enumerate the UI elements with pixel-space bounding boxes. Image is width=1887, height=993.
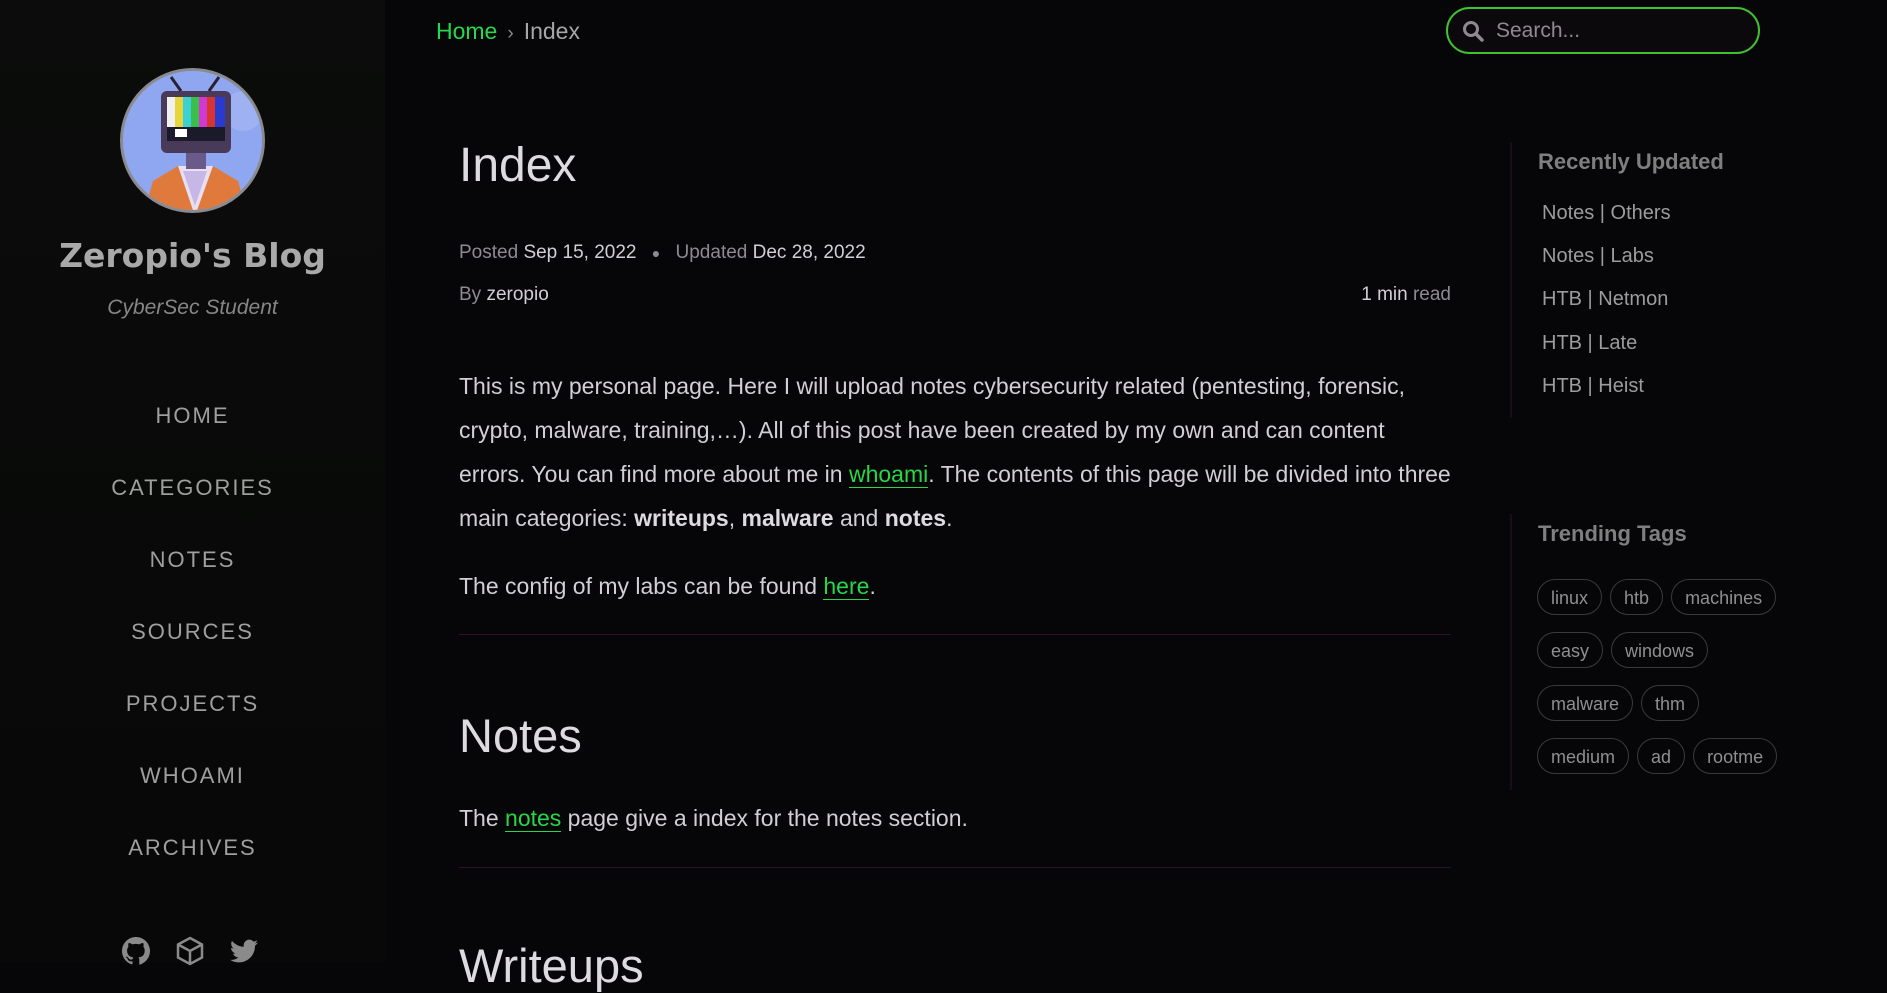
nav-item-archives[interactable]: ARCHIVES xyxy=(0,824,385,896)
search-input[interactable] xyxy=(1494,17,1738,44)
section-divider xyxy=(459,867,1451,868)
intro-paragraph: This is my personal page. Here I will up… xyxy=(459,364,1451,540)
breadcrumb-separator: › xyxy=(507,23,514,44)
nav-item-sources[interactable]: SOURCES xyxy=(0,608,385,680)
site-title[interactable]: Zeropio's Blog xyxy=(0,236,385,275)
nav-item-home[interactable]: HOME xyxy=(0,392,385,464)
category-notes: notes xyxy=(884,505,947,531)
author-name: zeropio xyxy=(486,284,549,305)
breadcrumb-home-link[interactable]: Home xyxy=(436,18,497,44)
nav-item-notes[interactable]: NOTES xyxy=(0,536,385,608)
read-time-label: read xyxy=(1412,284,1451,305)
trending-tags-heading: Trending Tags xyxy=(1538,521,1687,546)
sidebar-nav: HOME CATEGORIES NOTES SOURCES PROJECTS W… xyxy=(0,392,385,896)
and-text: and xyxy=(833,505,885,531)
notes-text: The xyxy=(459,805,506,831)
sidebar: Zeropio's Blog CyberSec Student HOME CAT… xyxy=(0,0,385,966)
twitter-icon[interactable] xyxy=(228,935,260,967)
page-title: Index xyxy=(459,139,577,192)
tag-malware[interactable]: malware xyxy=(1537,685,1634,721)
tag-medium[interactable]: medium xyxy=(1537,738,1630,774)
hackthebox-icon[interactable] xyxy=(174,935,206,967)
tag-easy[interactable]: easy xyxy=(1537,632,1604,668)
tag-htb[interactable]: htb xyxy=(1610,579,1664,615)
by-label: By xyxy=(459,284,482,305)
category-writeups: writeups xyxy=(634,505,729,531)
notes-paragraph: The notes page give a index for the note… xyxy=(459,796,1451,840)
social-links xyxy=(120,935,260,967)
panel-divider xyxy=(1510,514,1512,790)
read-time: 1 min read xyxy=(1361,284,1451,306)
notes-text-2: page give a index for the notes section. xyxy=(561,805,968,831)
avatar[interactable] xyxy=(120,68,265,213)
labs-here-link[interactable]: here xyxy=(823,573,870,600)
github-icon[interactable] xyxy=(120,935,152,967)
post-dates: Posted Sep 15, 2022 ● Updated Dec 28, 20… xyxy=(459,242,866,264)
tag-rootme[interactable]: rootme xyxy=(1693,738,1778,774)
recently-updated-heading: Recently Updated xyxy=(1538,149,1724,174)
post-author: By zeropio xyxy=(459,284,549,306)
writeups-heading: Writeups xyxy=(459,939,644,992)
recent-item[interactable]: HTB | Heist xyxy=(1542,375,1644,398)
nav-item-whoami[interactable]: WHOAMI xyxy=(0,752,385,824)
search-icon xyxy=(1463,20,1484,42)
nav-item-projects[interactable]: PROJECTS xyxy=(0,680,385,752)
updated-date: Dec 28, 2022 xyxy=(752,242,866,263)
recent-item[interactable]: HTB | Late xyxy=(1542,332,1637,355)
panel-divider xyxy=(1510,142,1512,418)
labs-text: The config of my labs can be found xyxy=(459,573,824,599)
tag-ad[interactable]: ad xyxy=(1637,738,1686,774)
recent-item[interactable]: HTB | Netmon xyxy=(1542,288,1668,311)
whoami-link[interactable]: whoami xyxy=(848,461,929,488)
avatar-image xyxy=(123,71,262,210)
tag-linux[interactable]: linux xyxy=(1537,579,1603,615)
site-subtitle: CyberSec Student xyxy=(107,296,278,319)
labs-paragraph: The config of my labs can be found here. xyxy=(459,564,1451,608)
updated-label: Updated xyxy=(675,242,748,263)
period: . xyxy=(946,505,953,531)
notes-link[interactable]: notes xyxy=(505,805,562,832)
section-divider xyxy=(459,634,1451,635)
posted-date: Sep 15, 2022 xyxy=(523,242,637,263)
tag-windows[interactable]: windows xyxy=(1611,632,1709,668)
tag-list: linux htb machines easy windows malware thm … xyxy=(1537,579,1837,791)
tag-machines[interactable]: machines xyxy=(1671,579,1777,615)
meta-dot: ● xyxy=(651,245,661,261)
recent-item[interactable]: Notes | Others xyxy=(1542,202,1671,225)
posted-label: Posted xyxy=(459,242,519,263)
nav-item-categories[interactable]: CATEGORIES xyxy=(0,464,385,536)
breadcrumb: Home › Index xyxy=(436,18,580,45)
tag-thm[interactable]: thm xyxy=(1641,685,1700,721)
category-malware: malware xyxy=(741,505,834,531)
notes-heading: Notes xyxy=(459,709,582,762)
period: . xyxy=(869,573,876,599)
recent-item[interactable]: Notes | Labs xyxy=(1542,245,1654,268)
breadcrumb-current: Index xyxy=(523,18,580,44)
comma: , xyxy=(728,505,742,531)
read-time-value: 1 min xyxy=(1361,284,1408,305)
search-box[interactable] xyxy=(1446,7,1760,54)
